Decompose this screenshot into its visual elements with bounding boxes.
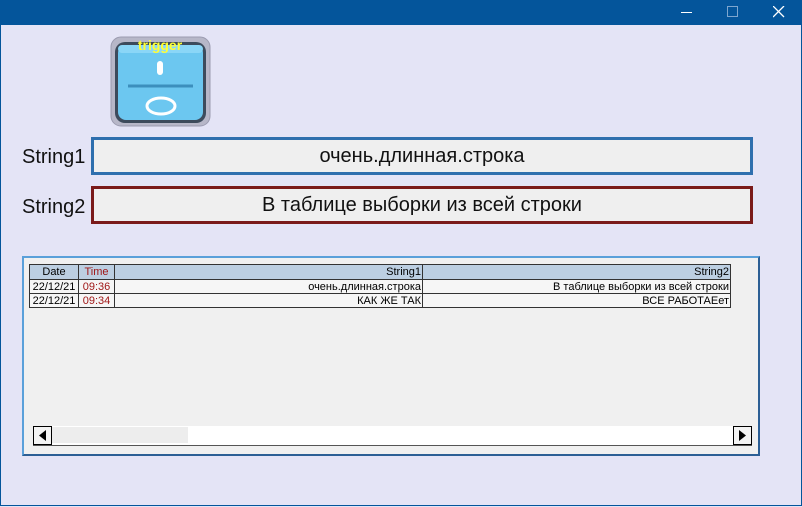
cell-time: 09:36 bbox=[78, 279, 115, 294]
string2-field[interactable]: В таблице выборки из всей строки bbox=[91, 186, 753, 224]
scrollbar-thumb[interactable] bbox=[52, 427, 188, 443]
horizontal-scrollbar[interactable] bbox=[33, 426, 752, 446]
cell-date: 22/12/21 bbox=[29, 279, 79, 294]
column-header-string1[interactable]: String1 bbox=[114, 264, 423, 280]
trigger-button[interactable]: trigger bbox=[110, 36, 211, 127]
cell-string1: очень.длинная.строка bbox=[114, 279, 423, 294]
selection-table-panel: Date Time String1 String2 22/12/21 09:36… bbox=[22, 256, 760, 456]
table-row[interactable]: 22/12/21 09:36 очень.длинная.строка В та… bbox=[29, 279, 731, 294]
trigger-label: trigger bbox=[137, 37, 183, 53]
column-header-string2[interactable]: String2 bbox=[422, 264, 731, 280]
table-header-row: Date Time String1 String2 bbox=[29, 264, 731, 280]
arrow-right-icon bbox=[739, 430, 746, 441]
string2-label: String2 bbox=[22, 196, 86, 218]
table-row[interactable]: 22/12/21 09:34 КАК ЖЕ ТАК ВСЕ РАБОТАЕет bbox=[29, 293, 731, 308]
cell-date: 22/12/21 bbox=[29, 293, 79, 308]
cell-string2: ВСЕ РАБОТАЕет bbox=[422, 293, 731, 308]
column-header-time[interactable]: Time bbox=[78, 264, 115, 280]
string1-label: String1 bbox=[22, 146, 86, 168]
maximize-button[interactable] bbox=[710, 0, 756, 25]
minimize-icon bbox=[681, 12, 692, 13]
close-icon bbox=[773, 6, 785, 18]
cell-string2: В таблице выборки из всей строки bbox=[422, 279, 731, 294]
maximize-icon bbox=[727, 6, 738, 17]
selection-table: Date Time String1 String2 22/12/21 09:36… bbox=[29, 264, 731, 308]
minimize-button[interactable] bbox=[664, 0, 710, 25]
scroll-right-button[interactable] bbox=[733, 426, 752, 445]
cell-string1: КАК ЖЕ ТАК bbox=[114, 293, 423, 308]
column-header-date[interactable]: Date bbox=[29, 264, 79, 280]
string1-field[interactable]: очень.длинная.строка bbox=[91, 137, 753, 175]
title-bar bbox=[0, 0, 802, 25]
close-button[interactable] bbox=[756, 0, 802, 25]
cell-time: 09:34 bbox=[78, 293, 115, 308]
scroll-left-button[interactable] bbox=[33, 426, 52, 445]
arrow-left-icon bbox=[39, 430, 46, 441]
